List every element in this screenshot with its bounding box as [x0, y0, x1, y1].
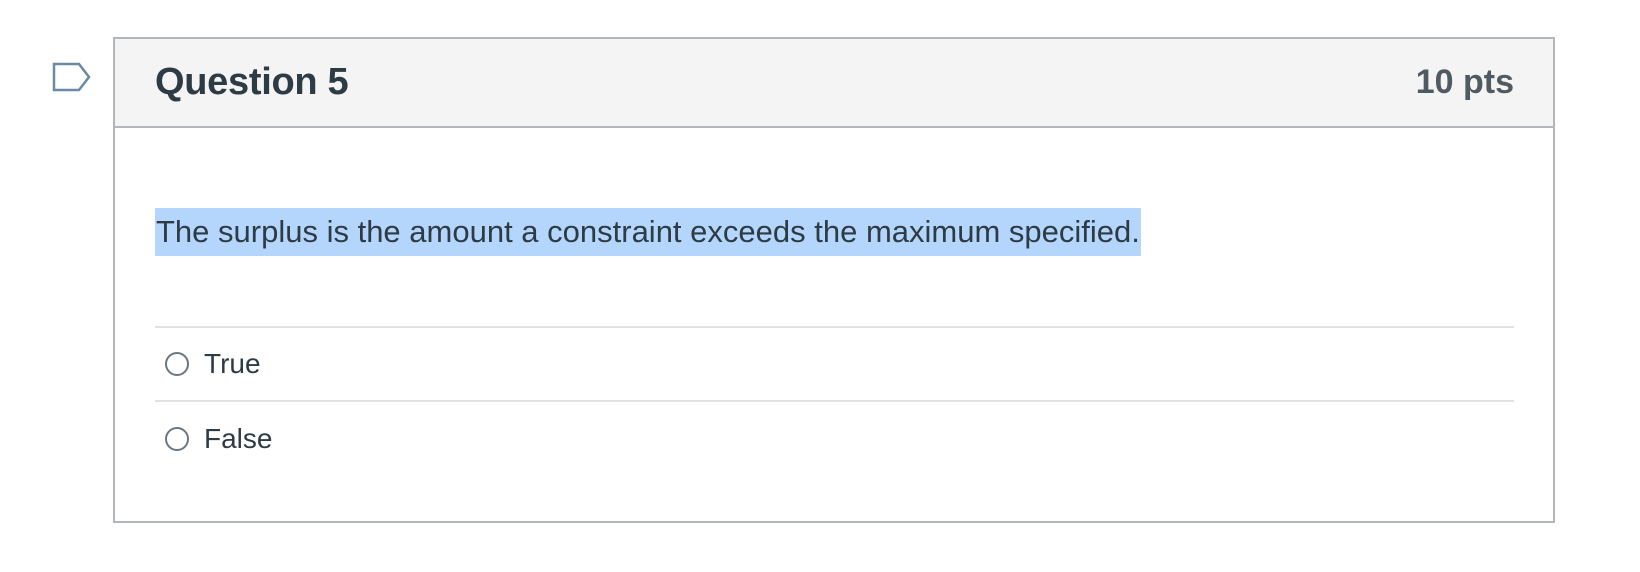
question-body: The surplus is the amount a constraint e…	[115, 128, 1553, 476]
quiz-page: Question 5 10 pts The surplus is the amo…	[0, 0, 1640, 572]
answer-option-false[interactable]: False	[155, 402, 1514, 476]
question-text: The surplus is the amount a constraint e…	[155, 208, 1141, 256]
radio-button-false[interactable]	[165, 427, 189, 451]
answer-list: True False	[155, 326, 1514, 476]
answer-label-false[interactable]: False	[204, 423, 272, 455]
radio-button-true[interactable]	[165, 352, 189, 376]
question-title: Question 5	[155, 61, 349, 103]
question-card: Question 5 10 pts The surplus is the amo…	[113, 37, 1555, 523]
answer-label-true[interactable]: True	[204, 348, 261, 380]
question-points: 10 pts	[1415, 63, 1514, 101]
flag-question-icon[interactable]	[52, 62, 92, 94]
question-header: Question 5 10 pts	[115, 39, 1553, 128]
answer-option-true[interactable]: True	[155, 328, 1514, 402]
